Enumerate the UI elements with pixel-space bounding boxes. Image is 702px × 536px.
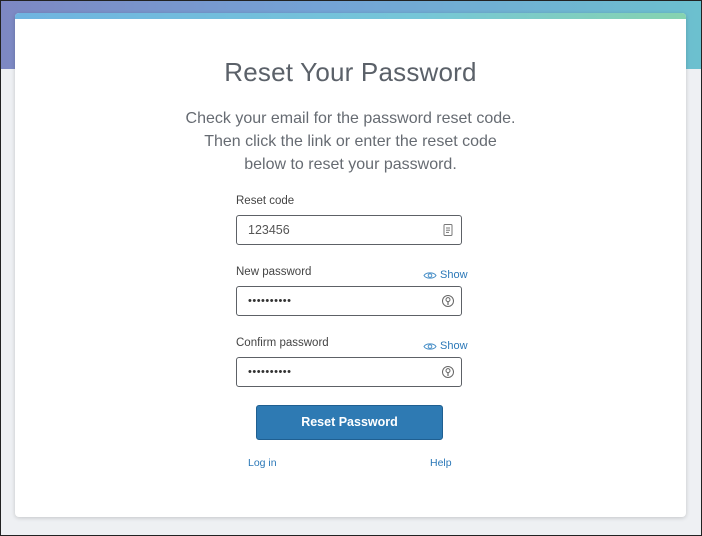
instructions-line-2: Then click the link or enter the reset c… — [204, 133, 497, 150]
confirm-password-show-toggle[interactable]: Show — [423, 340, 468, 352]
card-accent-bar — [15, 13, 686, 19]
reset-password-button[interactable]: Reset Password — [256, 405, 443, 440]
new-password-label: New password — [236, 266, 312, 278]
password-key-icon — [442, 366, 454, 378]
login-link[interactable]: Log in — [248, 457, 277, 469]
id-card-icon — [443, 224, 453, 236]
page-title: Reset Your Password — [224, 57, 477, 87]
new-password-show-toggle[interactable]: Show — [423, 269, 468, 281]
new-password-input[interactable] — [237, 287, 437, 315]
reset-code-field[interactable] — [236, 215, 462, 245]
instructions-line-3: below to reset your password. — [244, 156, 457, 173]
confirm-password-show-label[interactable]: Show — [440, 340, 468, 352]
eye-icon — [423, 342, 437, 350]
confirm-password-field[interactable] — [236, 357, 462, 387]
reset-code-label: Reset code — [236, 195, 295, 207]
password-key-icon — [442, 295, 454, 307]
instructions-line-1: Check your email for the password reset … — [185, 110, 516, 127]
reset-password-card: Reset Your Password Check your email for… — [15, 13, 686, 517]
new-password-show-label[interactable]: Show — [440, 269, 468, 281]
new-password-field[interactable] — [236, 286, 462, 316]
help-link[interactable]: Help — [430, 457, 452, 469]
page-frame: Reset Your Password Check your email for… — [0, 0, 702, 536]
confirm-password-label: Confirm password — [236, 337, 329, 349]
eye-icon — [423, 271, 437, 279]
instructions-text: Check your email for the password reset … — [15, 107, 686, 176]
reset-code-input[interactable] — [237, 216, 437, 244]
confirm-password-input[interactable] — [237, 358, 437, 386]
